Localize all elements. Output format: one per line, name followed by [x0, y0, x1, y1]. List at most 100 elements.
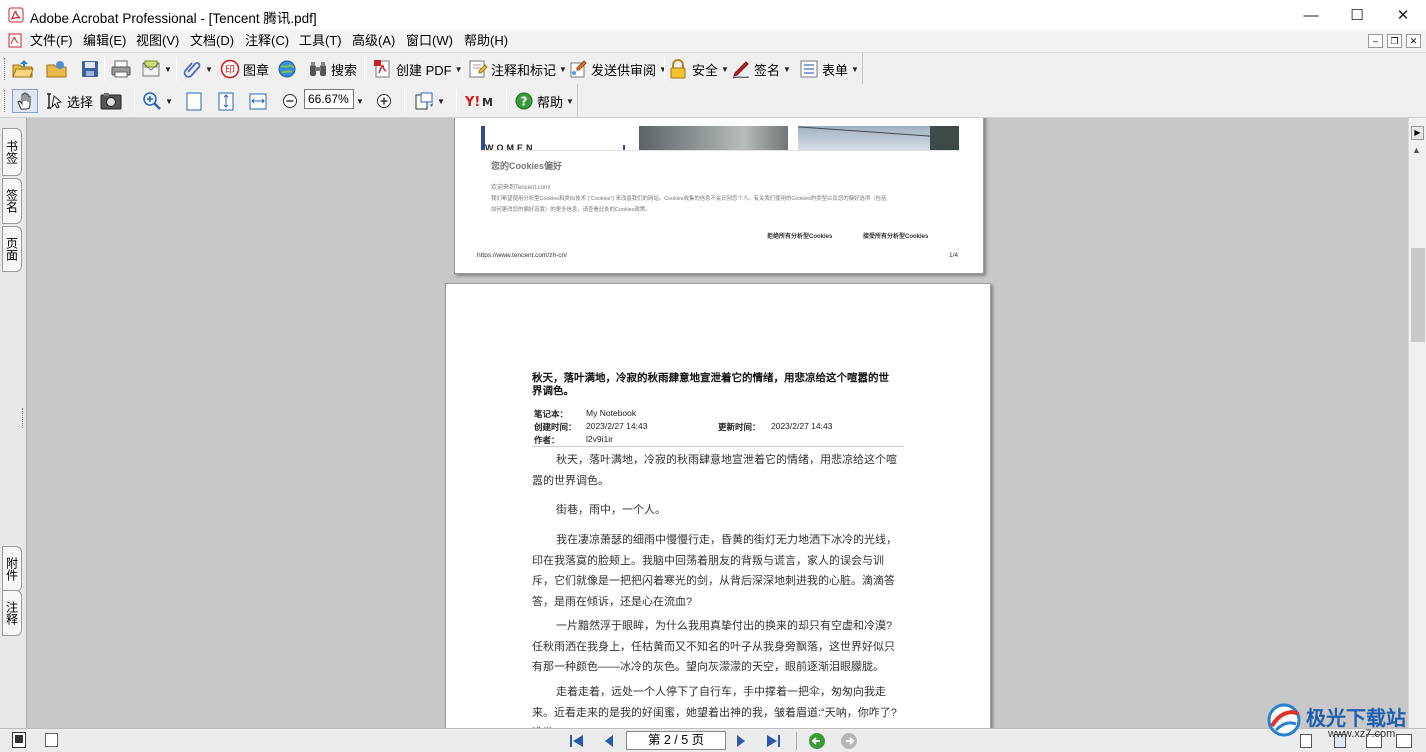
page1-footer-url: https://www.tencent.com/zh-cn/ [477, 252, 567, 259]
thumbnail-fill [15, 735, 23, 743]
scroll-up-arrow-icon[interactable]: ▲ [1412, 145, 1421, 155]
rotate-view-button[interactable]: ▼ [414, 89, 445, 113]
page-options-icon[interactable] [45, 733, 58, 747]
sign-button[interactable]: 签名 ▼ [731, 57, 791, 81]
fit-width-button[interactable] [248, 89, 268, 113]
hand-icon [15, 91, 35, 111]
tab-attachments[interactable]: 附件 [2, 546, 22, 592]
paragraph: 一片黯然浮于眼眸，为什么我用真挚付出的换来的却只有空虚和冷漠?任秋雨洒在我身上，… [532, 620, 895, 673]
help-button[interactable]: ? 帮助 ▼ [514, 89, 574, 113]
comment-markup-button[interactable]: 注释和标记 ▼ [468, 57, 567, 81]
create-pdf-button[interactable]: 创建 PDF ▼ [373, 57, 463, 81]
watermark-logo-icon [1266, 702, 1302, 738]
hand-tool-button[interactable] [12, 89, 38, 113]
toolbar-separator [462, 57, 463, 81]
select-label: 选择 [67, 94, 94, 110]
page-thumbnail-icon[interactable] [12, 732, 26, 748]
menu-advanced[interactable]: 高级(A) [352, 32, 395, 50]
chevron-down-icon: ▼ [356, 96, 364, 106]
zoom-dropdown-button[interactable]: ▼ [356, 89, 364, 113]
image-tree-shape [930, 126, 959, 150]
fit-page-button[interactable] [216, 89, 236, 113]
printer-icon [110, 59, 131, 79]
menu-help[interactable]: 帮助(H) [464, 32, 508, 50]
toolbar-separator [134, 89, 135, 113]
tab-bookmarks[interactable]: 书签 [2, 128, 22, 176]
paragraph: 秋天，落叶满地，冷寂的秋雨肆意地宣泄着它的情绪，用悲凉给这个喧嚣的世界调色。 [532, 454, 897, 487]
menu-edit[interactable]: 编辑(E) [83, 32, 126, 50]
scroll-thumb[interactable] [1411, 248, 1425, 342]
page-number-field[interactable]: 第 2 / 5 页 [626, 731, 726, 750]
previous-page-button[interactable] [602, 732, 616, 750]
forms-button[interactable]: 表单 ▼ [799, 57, 859, 81]
yahoo-button[interactable]: Y! M [464, 89, 498, 113]
go-forward-button[interactable] [840, 732, 858, 750]
note-heading: 秋天，落叶满地，冷寂的秋雨肆意地宣泄着它的情绪，用悲凉给这个喧嚣的世界调色。 [532, 372, 889, 397]
doc-restore-button[interactable]: ❐ [1387, 34, 1402, 48]
select-tool-button[interactable]: 选择 [44, 89, 93, 113]
comment-note-icon [468, 59, 488, 79]
go-back-button[interactable] [808, 732, 826, 750]
web-search-button[interactable] [277, 57, 297, 81]
cookie-line-1: 欢迎来到Tencent.com! [491, 185, 551, 191]
tab-comments[interactable]: 注释 [2, 590, 22, 636]
reject-cookies-button: 拒绝所有分析型Cookies [767, 234, 833, 240]
open-button[interactable] [12, 57, 34, 81]
attach-button[interactable]: ▼ [182, 57, 213, 81]
send-review-button[interactable]: 发送供审阅 ▼ [568, 57, 667, 81]
save-button[interactable] [80, 57, 100, 81]
close-button[interactable]: ✕ [1380, 0, 1426, 30]
send-review-label: 发送供审阅 [591, 62, 657, 78]
actual-size-button[interactable] [184, 89, 204, 113]
zoom-in-button[interactable] [374, 89, 394, 113]
tab-signatures[interactable]: 签名 [2, 178, 22, 224]
zoom-in-tool-button[interactable]: ▼ [142, 89, 173, 113]
minimize-button[interactable]: — [1288, 0, 1334, 30]
menu-view[interactable]: 视图(V) [136, 32, 179, 50]
menu-document[interactable]: 文档(D) [190, 32, 234, 50]
page1-women-text: WOMEN [485, 143, 536, 153]
camera-icon [100, 91, 122, 111]
chevron-down-icon: ▼ [205, 64, 213, 74]
chevron-down-icon: ▼ [566, 96, 574, 106]
open-folder-icon [12, 59, 34, 79]
pane-resize-grip[interactable] [22, 408, 25, 428]
last-page-button[interactable] [764, 732, 782, 750]
secure-button[interactable]: 安全 ▼ [669, 57, 729, 81]
snapshot-button[interactable] [100, 89, 122, 113]
search-button[interactable]: 搜索 [308, 57, 357, 81]
document-view[interactable]: WOMEN 您的Cookies偏好 欢迎来到Tencent.com! 我们希望使… [27, 118, 1408, 728]
doc-minimize-button[interactable]: – [1368, 34, 1383, 48]
print-button[interactable] [110, 57, 131, 81]
magnifier-icon [142, 91, 162, 111]
zoom-input[interactable]: 66.67% [304, 89, 354, 109]
menu-tools[interactable]: 工具(T) [299, 32, 342, 50]
vertical-scrollbar[interactable]: ▶ ▲ [1408, 118, 1426, 728]
comment-markup-label: 注释和标记 [491, 62, 557, 78]
cookie-line-2: 我们希望使用分析型Cookies和类似技术 (“Cookies”) 来改善我们的… [491, 196, 887, 202]
organizer-button[interactable] [46, 57, 67, 81]
menu-window[interactable]: 窗口(W) [406, 32, 453, 50]
chevron-down-icon: ▼ [437, 96, 445, 106]
yahoo-logo-icon: Y! M [464, 91, 498, 111]
toolbar-separator [664, 57, 665, 81]
created-label: 创建时间： [534, 422, 577, 432]
form-icon [799, 59, 819, 79]
back-arrow-icon [809, 733, 825, 749]
watermark-url: www.xz7.com [1328, 728, 1396, 740]
menu-file[interactable]: 文件(F) [30, 32, 73, 50]
doc-close-button[interactable]: ✕ [1406, 34, 1421, 48]
minus-circle-icon [280, 91, 300, 111]
menu-comment[interactable]: 注释(C) [245, 32, 289, 50]
toolbar-grip [4, 90, 7, 112]
organizer-folder-icon [46, 59, 67, 79]
email-button[interactable]: ▼ [141, 57, 172, 81]
next-page-button[interactable] [734, 732, 748, 750]
maximize-button[interactable]: ☐ [1334, 0, 1380, 30]
split-view-button[interactable]: ▶ [1411, 126, 1424, 140]
tab-pages[interactable]: 页面 [2, 226, 22, 272]
search-label: 搜索 [331, 62, 358, 78]
first-page-button[interactable] [568, 732, 586, 750]
zoom-out-button[interactable] [280, 89, 300, 113]
stamp-button[interactable]: 印 图章 [220, 57, 269, 81]
